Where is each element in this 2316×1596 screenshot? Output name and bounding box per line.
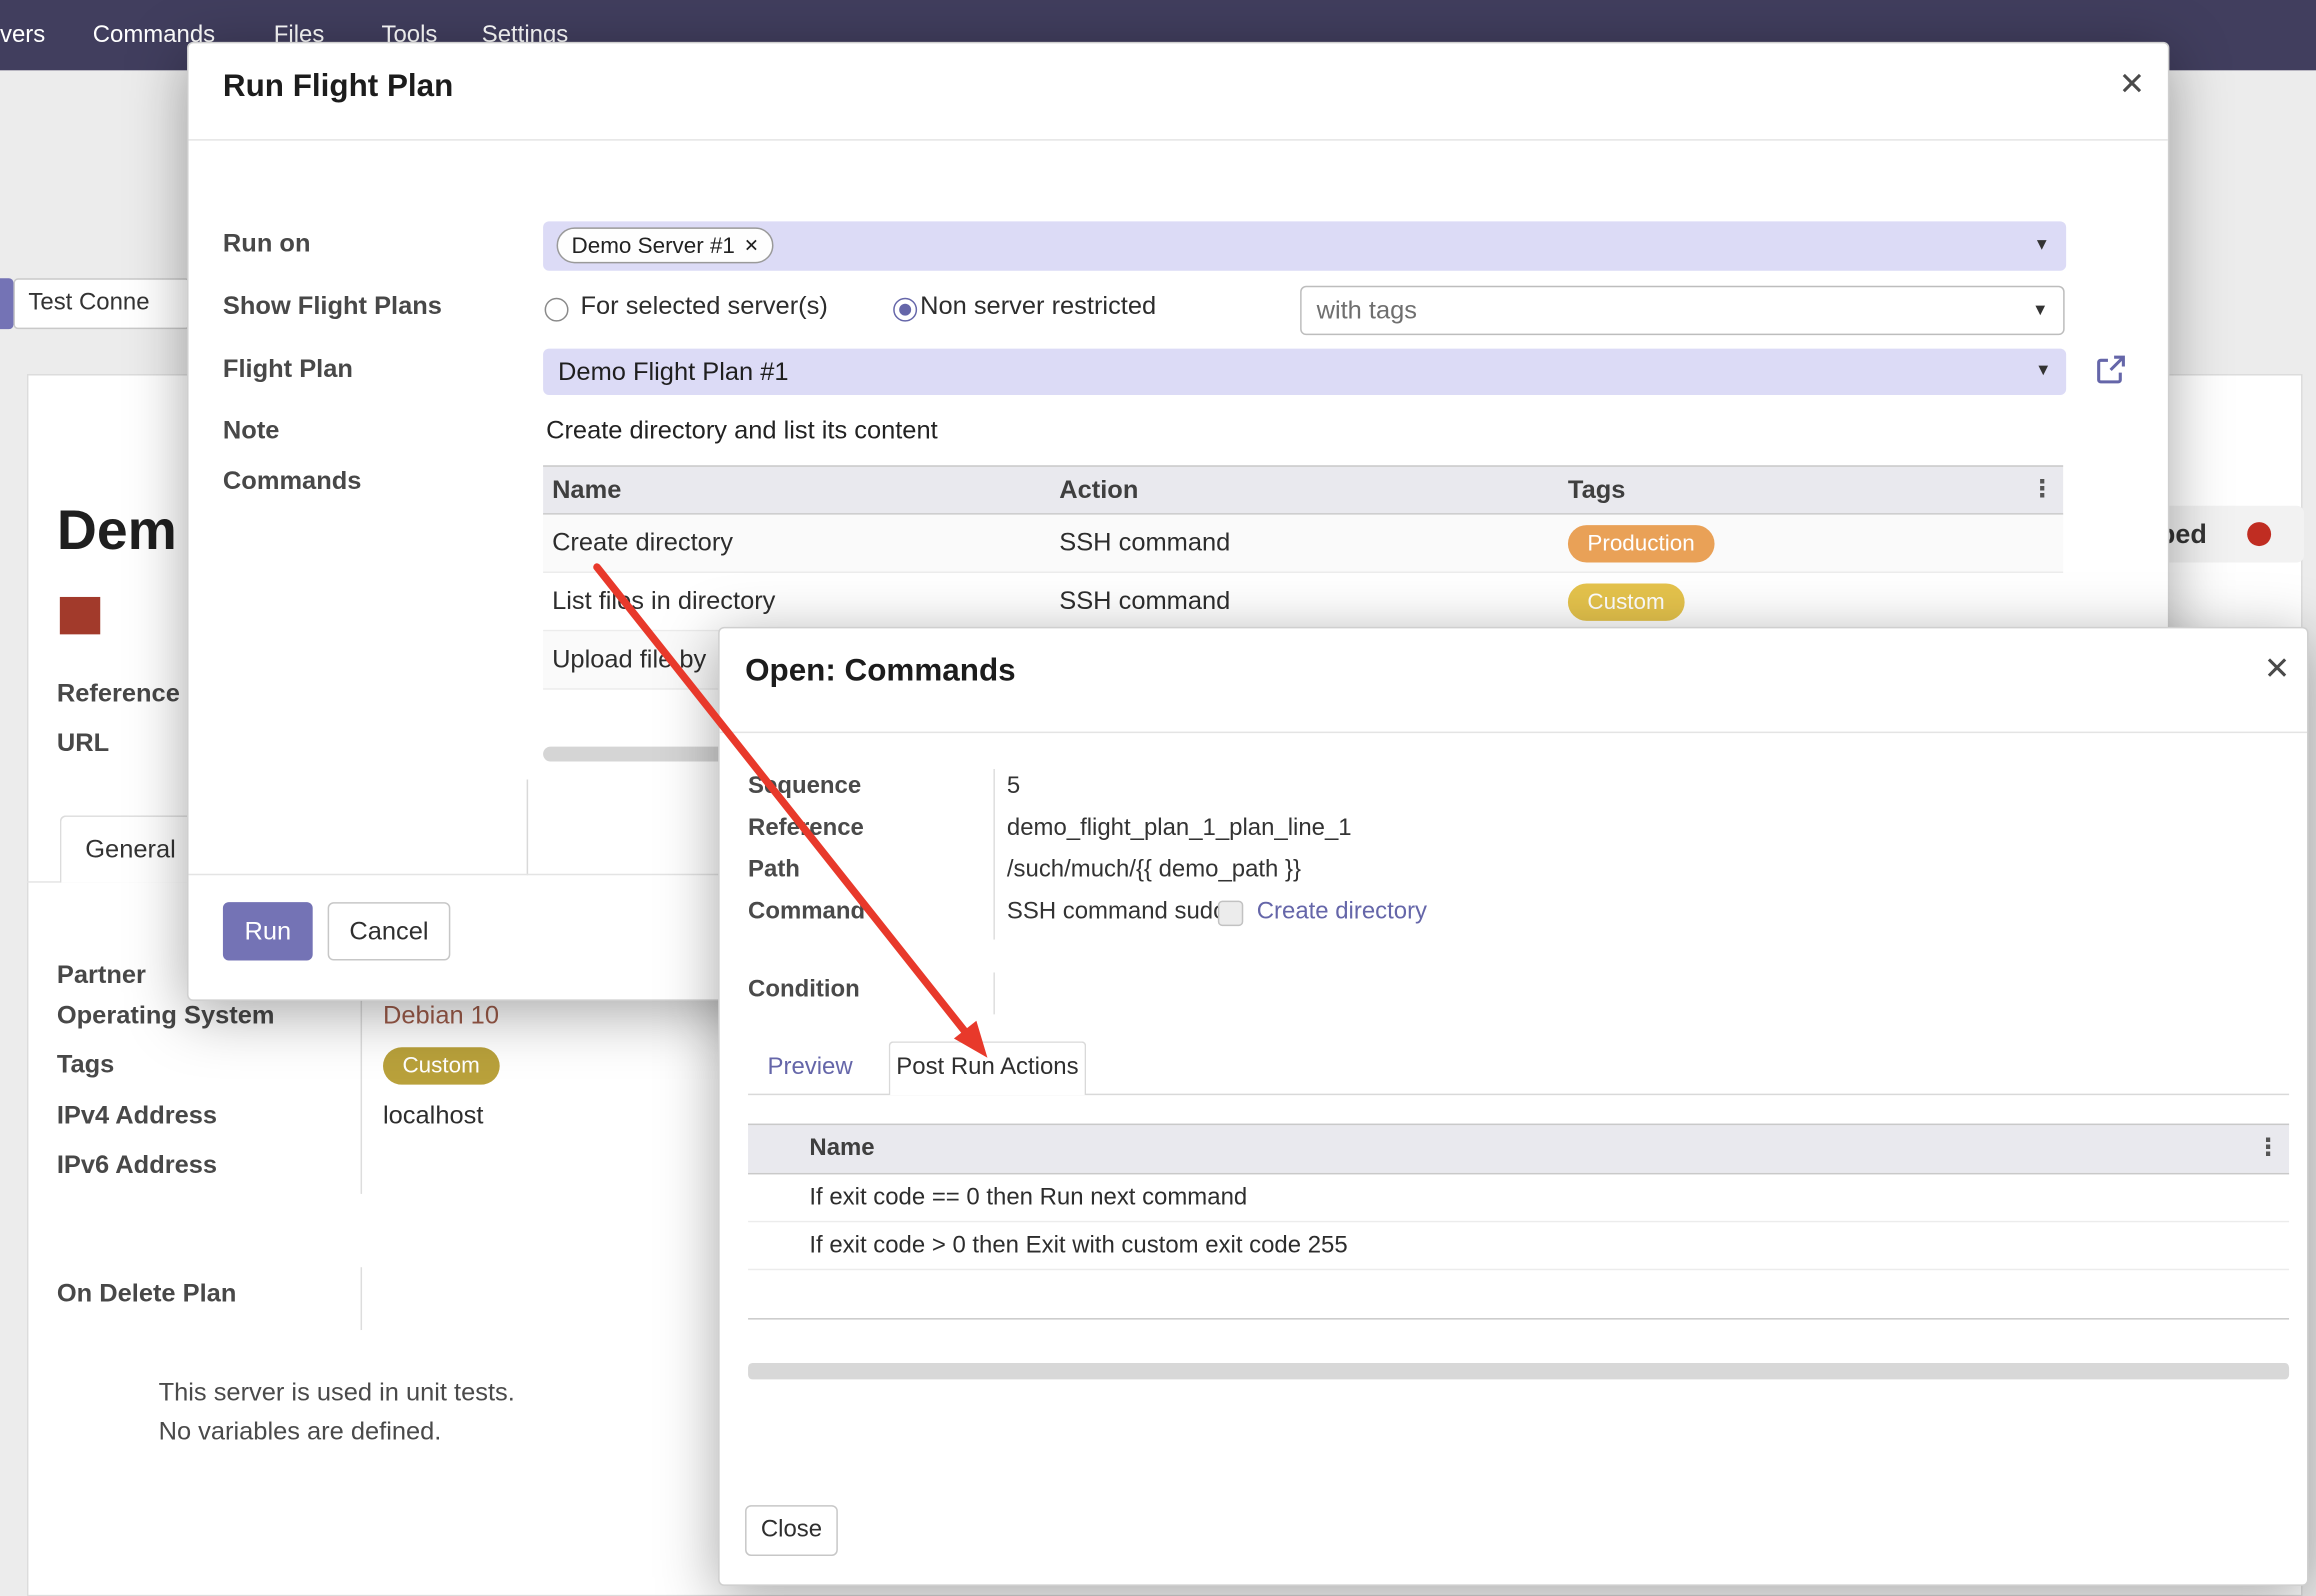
external-link-icon[interactable]: [2095, 353, 2128, 386]
color-swatch[interactable]: [60, 597, 100, 634]
server-title: Dem: [57, 500, 177, 563]
test-connection-button[interactable]: Test Conne: [13, 278, 190, 329]
path-value: /such/much/{{ demo_path }}: [1007, 857, 1301, 884]
tab-preview[interactable]: Preview: [768, 1041, 853, 1095]
note-label: Note: [223, 416, 280, 446]
unit-test-note-line-2: No variables are defined.: [159, 1417, 442, 1447]
sequence-value: 5: [1007, 773, 1020, 800]
commands-table-header: Name Action Tags ⋮: [543, 465, 2063, 514]
close-icon[interactable]: ✕: [2258, 651, 2297, 688]
path-label: Path: [748, 857, 800, 884]
unit-test-note-line-1: This server is used in unit tests.: [159, 1378, 515, 1408]
primary-button-fragment[interactable]: [0, 278, 13, 329]
command-checkbox[interactable]: [1218, 901, 1243, 926]
tab-post-run-actions[interactable]: Post Run Actions: [889, 1041, 1086, 1095]
run-on-label: Run on: [223, 229, 311, 259]
field-label-reference: Reference: [57, 679, 180, 709]
show-flight-plans-label: Show Flight Plans: [223, 292, 442, 322]
field-label-partner: Partner: [57, 961, 146, 991]
tag-badge-custom: Custom: [1568, 583, 1684, 620]
with-tags-placeholder: with tags: [1317, 287, 1417, 333]
condition-label: Condition: [748, 977, 860, 1004]
field-label-ipv4: IPv4 Address: [57, 1101, 217, 1131]
note-value: Create directory and list its content: [546, 416, 938, 446]
radio-non-server-restricted[interactable]: [893, 298, 917, 322]
field-column-divider-2: [361, 1267, 362, 1330]
tags-badge-custom[interactable]: Custom: [383, 1047, 499, 1084]
open-commands-modal: Open: Commands ✕ Sequence Reference Path…: [718, 627, 2308, 1586]
column-header-tags[interactable]: Tags: [1568, 467, 1625, 513]
table-row[interactable]: If exit code > 0 then Exit with custom e…: [748, 1222, 2289, 1270]
close-icon[interactable]: ✕: [2113, 66, 2152, 103]
post-run-actions-table-header: Name ⋮: [748, 1124, 2289, 1175]
modal-header-divider: [720, 732, 2307, 733]
field-label-url: URL: [57, 729, 109, 759]
command-value: SSH command sudo: [1007, 899, 1227, 926]
table-row[interactable]: List files in directory SSH command Cust…: [543, 573, 2063, 631]
post-run-actions-table: Name ⋮ If exit code == 0 then Run next c…: [748, 1124, 2289, 1320]
layout-divider: [527, 779, 528, 875]
create-directory-link[interactable]: Create directory: [1257, 899, 1427, 926]
chevron-down-icon[interactable]: ▾: [2037, 232, 2047, 256]
run-flight-plan-modal-title: Run Flight Plan: [223, 69, 453, 105]
column-header-name[interactable]: Name: [552, 467, 621, 513]
commands-label: Commands: [223, 467, 362, 497]
kebab-menu-icon[interactable]: ⋮: [2256, 1125, 2280, 1173]
cell-action: SSH command: [1059, 573, 1230, 630]
field-label-on-delete-plan: On Delete Plan: [57, 1279, 237, 1309]
cell-name: Upload file by: [552, 631, 706, 688]
tag-remove-icon[interactable]: ✕: [744, 235, 759, 256]
run-button[interactable]: Run: [223, 902, 313, 960]
flight-plan-label: Flight Plan: [223, 355, 353, 385]
cell-name: If exit code > 0 then Exit with custom e…: [809, 1222, 1347, 1270]
column-header-name[interactable]: Name: [809, 1125, 874, 1173]
field-label-ipv6: IPv6 Address: [57, 1151, 217, 1181]
tag-badge-production: Production: [1568, 525, 1714, 562]
stage: vers Commands Files Tools Settings Test …: [0, 0, 2316, 1596]
kebab-menu-icon[interactable]: ⋮: [2030, 467, 2054, 513]
command-label: Command: [748, 899, 865, 926]
horizontal-scrollbar[interactable]: [748, 1363, 2289, 1379]
nav-item-servers[interactable]: vers: [0, 0, 51, 70]
table-row[interactable]: Create directory SSH command Production: [543, 515, 2063, 573]
radio-for-selected-servers-label[interactable]: For selected server(s): [580, 292, 827, 322]
chevron-down-icon[interactable]: ▾: [2038, 358, 2048, 382]
sequence-label: Sequence: [748, 773, 861, 800]
ipv4-value: localhost: [383, 1101, 483, 1131]
table-row[interactable]: If exit code == 0 then Run next command: [748, 1174, 2289, 1222]
operating-system-value[interactable]: Debian 10: [383, 1001, 499, 1031]
field-label-tags: Tags: [57, 1050, 114, 1080]
reference-value: demo_flight_plan_1_plan_line_1: [1007, 815, 1352, 842]
server-tag[interactable]: Demo Server #1 ✕: [557, 227, 774, 263]
reference-label: Reference: [748, 815, 864, 842]
modal-header-divider: [189, 139, 2168, 140]
cancel-button[interactable]: Cancel: [328, 902, 451, 960]
screen: vers Commands Files Tools Settings Test …: [0, 0, 2316, 1596]
status-red-dot-icon: [2247, 522, 2271, 546]
column-header-action[interactable]: Action: [1059, 467, 1138, 513]
field-column-divider-2: [993, 972, 994, 1014]
chevron-down-icon[interactable]: ▾: [2035, 298, 2045, 322]
run-on-field[interactable]: Demo Server #1 ✕ ▾: [543, 221, 2066, 270]
cell-action: SSH command: [1059, 515, 1230, 572]
field-label-operating-system: Operating System: [57, 1001, 275, 1031]
cell-name: If exit code == 0 then Run next command: [809, 1174, 1247, 1222]
radio-for-selected-servers[interactable]: [545, 298, 569, 322]
cell-name: Create directory: [552, 515, 733, 572]
close-button[interactable]: Close: [745, 1505, 838, 1556]
with-tags-select[interactable]: with tags ▾: [1300, 286, 2065, 335]
cell-name: List files in directory: [552, 573, 775, 630]
open-commands-modal-title: Open: Commands: [745, 654, 1016, 690]
radio-non-server-restricted-label[interactable]: Non server restricted: [920, 292, 1156, 322]
flight-plan-value: Demo Flight Plan #1: [558, 349, 788, 395]
flight-plan-select[interactable]: Demo Flight Plan #1 ▾: [543, 349, 2066, 395]
server-tag-label: Demo Server #1: [572, 233, 735, 258]
field-column-divider: [993, 769, 994, 940]
